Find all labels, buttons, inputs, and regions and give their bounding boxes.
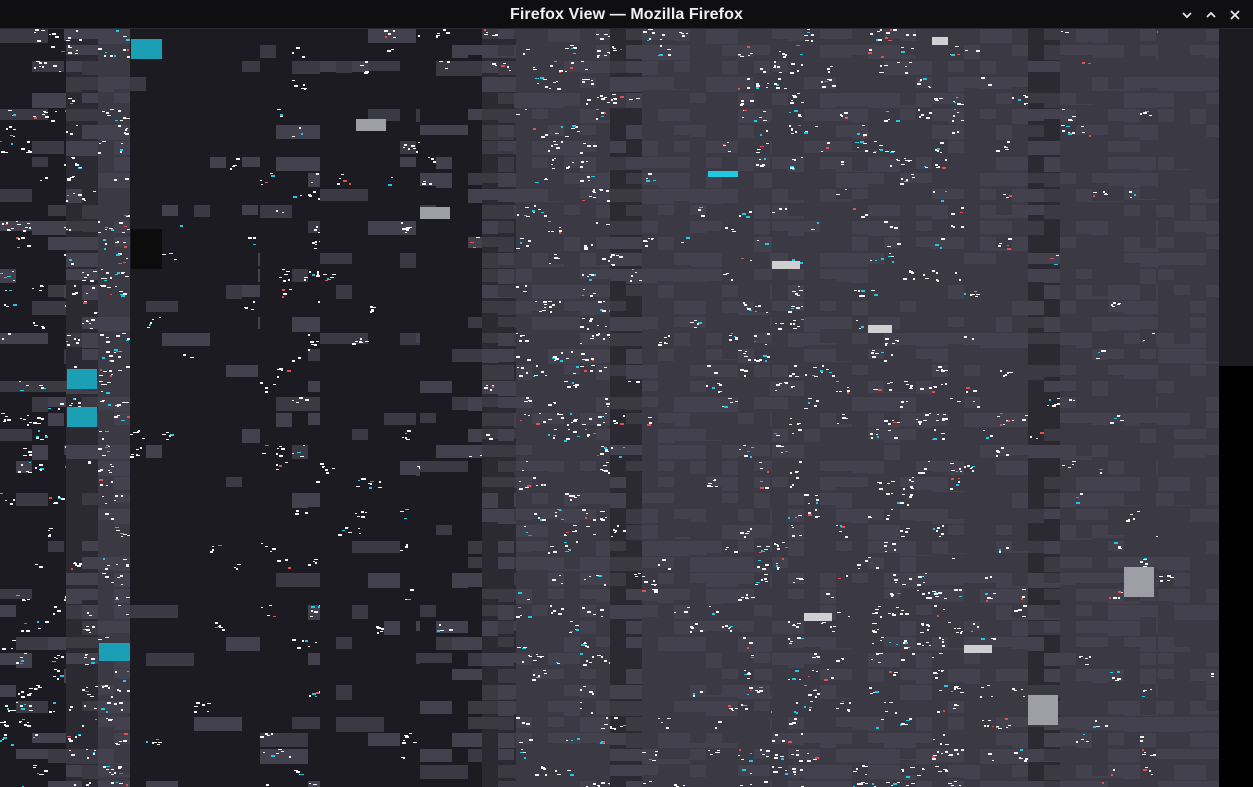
minimize-button[interactable] (1177, 5, 1197, 25)
page-content-glitched[interactable] (0, 29, 1253, 787)
window-controls (1177, 0, 1245, 29)
maximize-button[interactable] (1201, 5, 1221, 25)
close-icon (1229, 9, 1241, 21)
chevron-up-icon (1205, 9, 1217, 21)
corrupted-render-artwork (0, 29, 1219, 787)
window-title: Firefox View — Mozilla Firefox (510, 6, 743, 23)
close-button[interactable] (1225, 5, 1245, 25)
firefox-window: Firefox View — Mozilla Firefox (0, 0, 1253, 787)
chevron-down-icon (1181, 9, 1193, 21)
title-bar[interactable]: Firefox View — Mozilla Firefox (0, 0, 1253, 29)
black-edge-block (1219, 366, 1253, 787)
